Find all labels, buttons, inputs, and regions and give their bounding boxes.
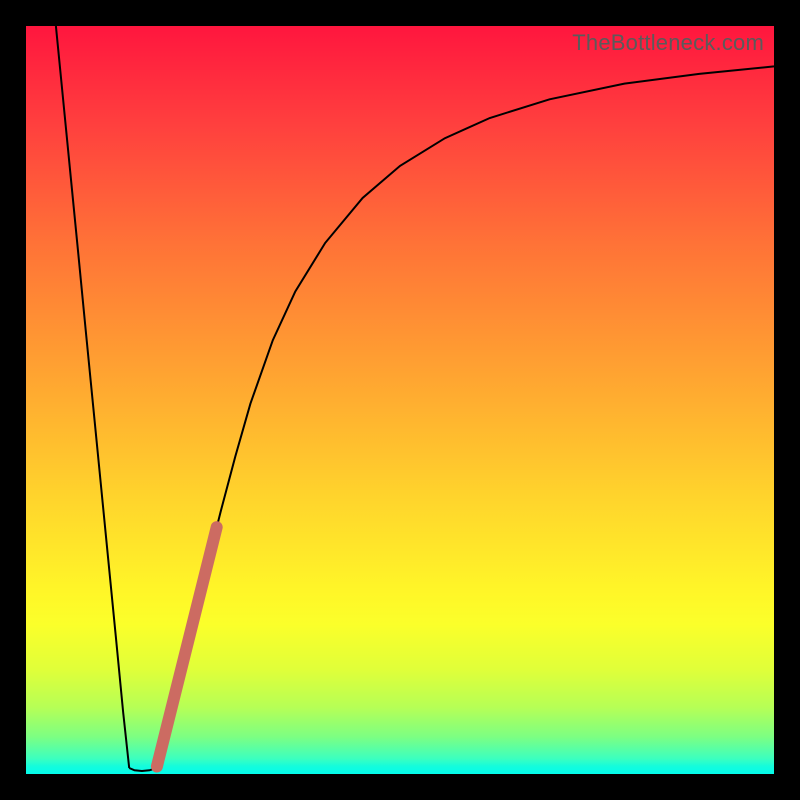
chart-frame: TheBottleneck.com xyxy=(0,0,800,800)
plot-area: TheBottleneck.com xyxy=(26,26,774,774)
curve-left-branch xyxy=(56,26,129,768)
curve-right-branch xyxy=(161,66,774,765)
chart-svg xyxy=(26,26,774,774)
overlay-highlight xyxy=(157,527,217,766)
